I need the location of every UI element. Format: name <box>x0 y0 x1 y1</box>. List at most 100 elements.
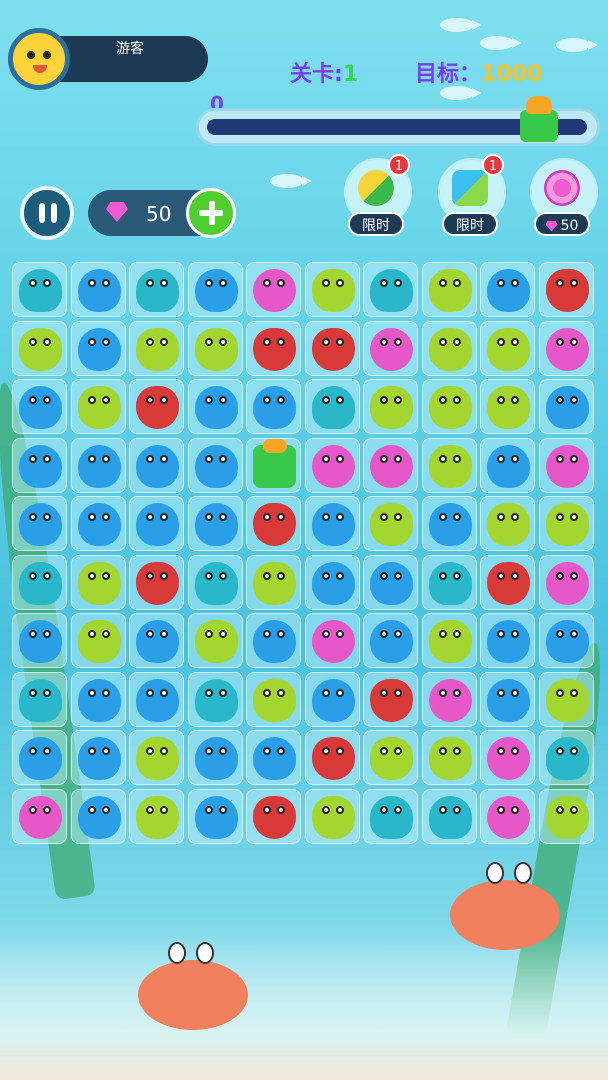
board-cell[interactable] <box>12 320 67 376</box>
tool-lollipop[interactable]: 50 <box>528 158 598 238</box>
board-cell[interactable] <box>187 730 243 785</box>
board-cell[interactable] <box>304 320 360 376</box>
board-cell[interactable] <box>12 379 67 434</box>
board-cell[interactable] <box>12 613 67 668</box>
board-cell[interactable] <box>304 437 360 493</box>
board-cell[interactable] <box>12 788 67 844</box>
board-cell[interactable] <box>363 613 418 668</box>
board-cell[interactable] <box>12 262 67 317</box>
board-cell[interactable] <box>304 613 360 668</box>
board-cell[interactable] <box>187 671 243 727</box>
board-cell[interactable] <box>363 496 418 551</box>
board-cell[interactable] <box>246 554 301 610</box>
board-cell[interactable] <box>480 613 535 668</box>
gift-box-icon[interactable] <box>518 96 560 142</box>
board-cell[interactable] <box>187 320 243 376</box>
board-cell[interactable] <box>304 788 360 844</box>
board-cell[interactable] <box>421 730 477 785</box>
board-cell[interactable] <box>129 671 184 727</box>
board-cell[interactable] <box>480 671 535 727</box>
board-cell[interactable] <box>480 554 535 610</box>
board-cell[interactable] <box>129 730 184 785</box>
board-cell[interactable] <box>187 437 243 493</box>
board-cell[interactable] <box>480 788 535 844</box>
board-cell[interactable] <box>363 379 418 434</box>
board-cell[interactable] <box>480 379 535 434</box>
board-cell[interactable] <box>187 788 243 844</box>
board-cell[interactable] <box>538 496 594 551</box>
board-cell[interactable] <box>187 379 243 434</box>
board-cell[interactable] <box>421 671 477 727</box>
board-cell[interactable] <box>304 554 360 610</box>
board-cell[interactable] <box>421 496 477 551</box>
board-cell[interactable] <box>421 788 477 844</box>
board-cell[interactable] <box>538 554 594 610</box>
board-cell[interactable] <box>363 788 418 844</box>
board-cell[interactable] <box>12 496 67 551</box>
board-cell[interactable] <box>187 554 243 610</box>
board-cell[interactable] <box>70 320 126 376</box>
board-cell[interactable] <box>70 437 126 493</box>
board-cell[interactable] <box>480 496 535 551</box>
board-cell[interactable] <box>421 262 477 317</box>
board-cell[interactable] <box>421 554 477 610</box>
board-cell[interactable] <box>538 320 594 376</box>
board-cell[interactable] <box>538 437 594 493</box>
board-cell[interactable] <box>363 262 418 317</box>
board-cell[interactable] <box>304 730 360 785</box>
board-cell[interactable] <box>70 730 126 785</box>
board-cell[interactable] <box>12 671 67 727</box>
board-cell[interactable] <box>12 730 67 785</box>
board-cell[interactable] <box>129 788 184 844</box>
board-cell[interactable] <box>246 379 301 434</box>
pause-button[interactable] <box>20 186 74 240</box>
board-cell[interactable] <box>363 554 418 610</box>
board-cell[interactable] <box>70 613 126 668</box>
board-cell[interactable] <box>129 496 184 551</box>
board-cell[interactable] <box>421 437 477 493</box>
tool-water-gun[interactable]: 1 限时 <box>436 154 506 238</box>
board-cell[interactable] <box>129 554 184 610</box>
board-cell[interactable] <box>12 437 67 493</box>
board-cell[interactable] <box>129 379 184 434</box>
board-cell[interactable] <box>421 320 477 376</box>
board-cell[interactable] <box>538 788 594 844</box>
board-cell[interactable] <box>12 554 67 610</box>
board-cell[interactable] <box>187 613 243 668</box>
board-cell[interactable] <box>480 262 535 317</box>
board-cell[interactable] <box>246 613 301 668</box>
board-cell[interactable] <box>246 320 301 376</box>
board-cell[interactable] <box>304 496 360 551</box>
board-cell[interactable] <box>246 262 301 317</box>
board-cell[interactable] <box>304 262 360 317</box>
board-cell[interactable] <box>246 437 301 493</box>
board-cell[interactable] <box>480 320 535 376</box>
board-cell[interactable] <box>538 671 594 727</box>
board-cell[interactable] <box>129 262 184 317</box>
board-cell[interactable] <box>129 613 184 668</box>
board-cell[interactable] <box>246 788 301 844</box>
board-cell[interactable] <box>246 496 301 551</box>
board-cell[interactable] <box>187 262 243 317</box>
board-cell[interactable] <box>538 379 594 434</box>
board-cell[interactable] <box>538 613 594 668</box>
board-cell[interactable] <box>480 730 535 785</box>
board-cell[interactable] <box>129 437 184 493</box>
player-panel[interactable]: 游客 <box>8 28 208 90</box>
board-cell[interactable] <box>70 788 126 844</box>
board-cell[interactable] <box>70 262 126 317</box>
board-cell[interactable] <box>304 671 360 727</box>
board-cell[interactable] <box>480 437 535 493</box>
board-cell[interactable] <box>363 671 418 727</box>
board-cell[interactable] <box>246 671 301 727</box>
add-gems-button[interactable] <box>186 188 236 238</box>
board-cell[interactable] <box>187 496 243 551</box>
board-cell[interactable] <box>129 320 184 376</box>
board-cell[interactable] <box>421 379 477 434</box>
board-cell[interactable] <box>363 730 418 785</box>
board-cell[interactable] <box>304 379 360 434</box>
board-cell[interactable] <box>538 262 594 317</box>
board-cell[interactable] <box>363 320 418 376</box>
board-cell[interactable] <box>70 671 126 727</box>
tool-refresh[interactable]: 1 限时 <box>342 154 412 238</box>
